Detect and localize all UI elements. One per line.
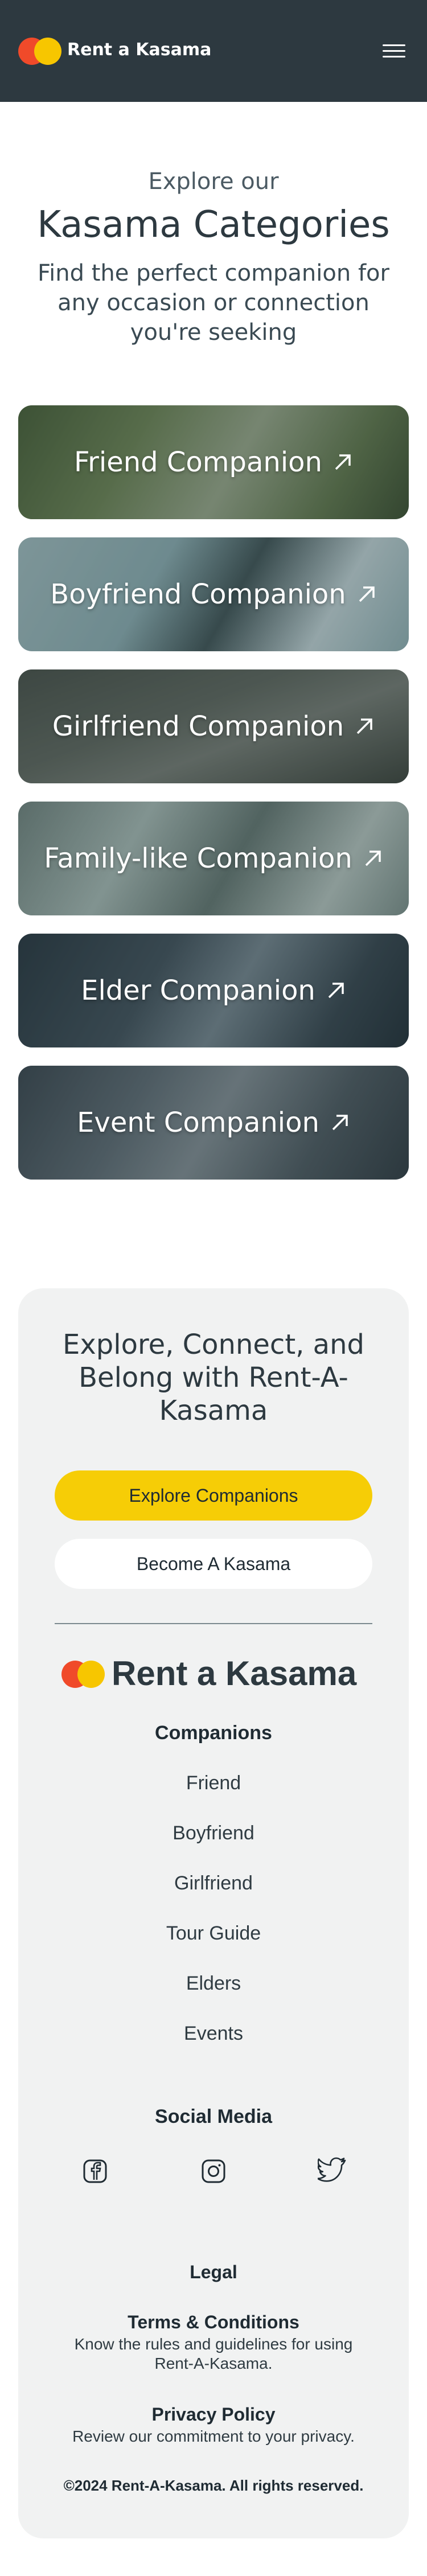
arrow-up-right-icon (354, 716, 375, 737)
footer-link-girlfriend[interactable]: Girlfriend (18, 1872, 409, 1895)
facebook-icon[interactable] (81, 2157, 109, 2185)
categories-intro: Explore our Kasama Categories Find the p… (0, 169, 427, 347)
copyright: ©2024 Rent-A-Kasama. All rights reserved… (63, 2477, 364, 2494)
site-header: Rent a Kasama (0, 0, 427, 102)
privacy-link[interactable]: Privacy Policy (18, 2404, 409, 2425)
category-label: Girlfriend Companion (52, 710, 344, 742)
footer-link-events[interactable]: Events (18, 2023, 409, 2045)
privacy-description: Review our commitment to your privacy. (72, 2427, 355, 2445)
explore-companions-button[interactable]: Explore Companions (55, 1470, 372, 1521)
arrow-up-right-icon (363, 848, 383, 869)
terms-description: Know the rules and guidelines for using … (74, 2335, 353, 2372)
cta-title: Explore, Connect, and Belong with Rent-A… (63, 1329, 364, 1427)
intro-subtitle: Find the perfect companion for any occas… (38, 260, 389, 346)
arrow-up-right-icon (356, 584, 377, 605)
category-label: Elder Companion (81, 975, 315, 1006)
category-card-friend[interactable]: Friend Companion (18, 405, 409, 519)
footer-link-elders[interactable]: Elders (18, 1973, 409, 1995)
social-media-heading: Social Media (155, 2106, 272, 2127)
category-card-family[interactable]: Family-like Companion (18, 802, 409, 915)
footer-panel: Explore, Connect, and Belong with Rent-A… (18, 1288, 409, 2538)
instagram-icon[interactable] (199, 2157, 228, 2185)
category-card-girlfriend[interactable]: Girlfriend Companion (18, 669, 409, 783)
footer-link-boyfriend[interactable]: Boyfriend (18, 1822, 409, 1844)
page-title: Kasama Categories (37, 204, 390, 246)
footer-brand: Rent a Kasama (112, 1654, 357, 1692)
category-card-elder[interactable]: Elder Companion (18, 934, 409, 1047)
twitter-icon[interactable] (317, 2155, 346, 2183)
intro-kicker: Explore our (148, 169, 279, 195)
category-label: Family-like Companion (44, 843, 352, 874)
companions-heading: Companions (155, 1722, 272, 1744)
footer-logo-icon (61, 1658, 107, 1690)
hamburger-icon[interactable] (383, 43, 405, 59)
category-card-event[interactable]: Event Companion (18, 1066, 409, 1180)
arrow-up-right-icon (326, 980, 346, 1001)
footer-link-friend[interactable]: Friend (18, 1772, 409, 1794)
brand-name[interactable]: Rent a Kasama (67, 40, 211, 60)
terms-link[interactable]: Terms & Conditions (18, 2312, 409, 2333)
footer-link-tour-guide[interactable]: Tour Guide (18, 1922, 409, 1945)
become-kasama-button[interactable]: Become A Kasama (55, 1539, 372, 1589)
brand-logo-icon[interactable] (18, 38, 64, 65)
arrow-up-right-icon (332, 452, 353, 473)
category-label: Friend Companion (74, 446, 322, 478)
divider (55, 1623, 372, 1624)
category-label: Event Companion (77, 1107, 319, 1139)
category-card-boyfriend[interactable]: Boyfriend Companion (18, 537, 409, 651)
category-label: Boyfriend Companion (50, 578, 346, 610)
arrow-up-right-icon (330, 1112, 350, 1133)
legal-heading: Legal (190, 2262, 237, 2282)
